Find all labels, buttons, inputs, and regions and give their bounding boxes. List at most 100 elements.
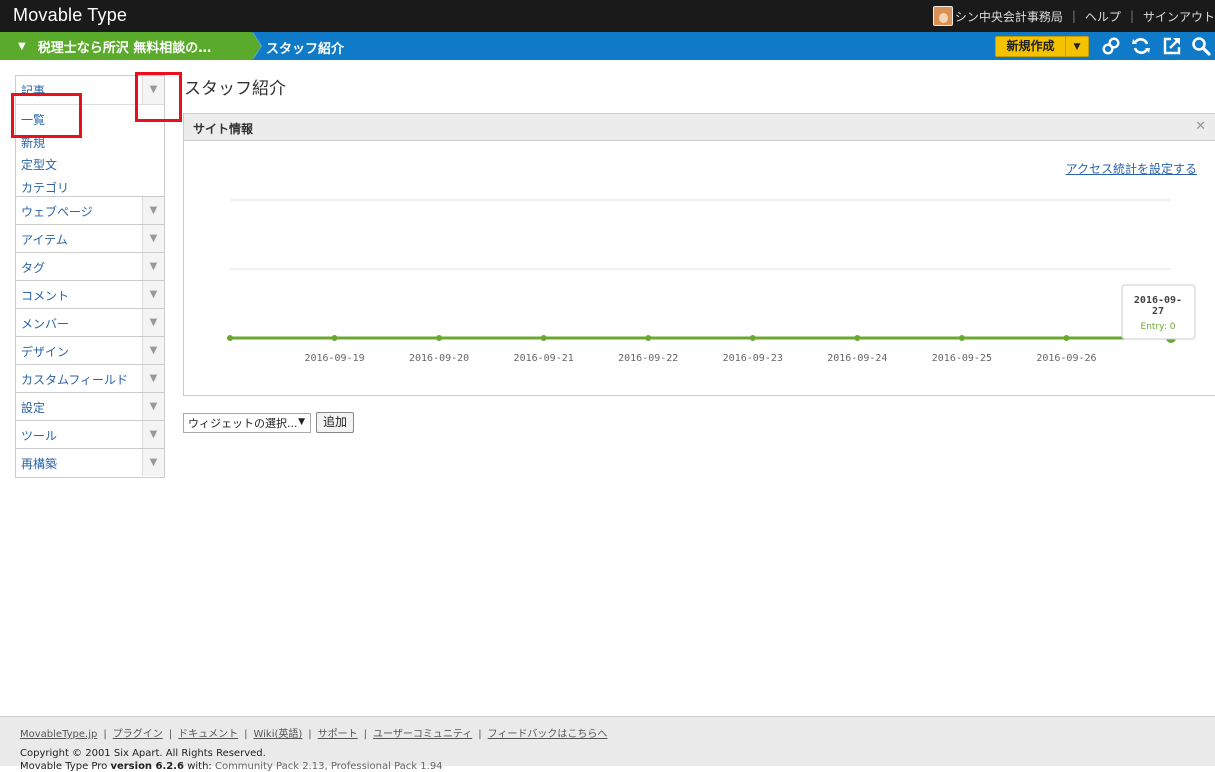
tooltip-date-day: 27 [1152, 306, 1164, 317]
add-widget-button[interactable]: 追加 [316, 412, 355, 433]
site-info-widget: サイト情報 ✕ アクセス統計を設定する 2016-09-19 2016-09-20… [183, 113, 1215, 396]
data-point[interactable] [854, 335, 861, 341]
data-point[interactable] [645, 335, 652, 341]
chevron-down-icon[interactable]: ▼ [142, 309, 164, 336]
sidebar-item-label[interactable]: カスタムフィールド [21, 371, 128, 388]
sidebar-item-tools[interactable]: ツール ▼ [16, 421, 164, 449]
external-view-icon[interactable] [1162, 36, 1182, 56]
triangle-down-icon: ▼ [18, 40, 26, 52]
footer-link-plugins[interactable]: プラグイン [113, 729, 163, 740]
version-number: version 6.2.6 [110, 761, 185, 772]
footer-link-movabletype[interactable]: MovableType.jp [20, 729, 97, 740]
chevron-down-icon[interactable]: ▼ [1066, 42, 1088, 52]
user-avatar-icon[interactable] [932, 6, 953, 26]
version-prefix: Movable Type Pro [20, 761, 111, 772]
user-area: シン中央会計事務局 | ヘルプ | サインアウト [932, 0, 1215, 32]
chevron-down-icon[interactable]: ▼ [142, 197, 164, 224]
x-tick-label: 2016-09-23 [723, 353, 783, 364]
sidebar-item-label[interactable]: 設定 [21, 399, 45, 416]
data-point[interactable] [331, 335, 338, 341]
x-tick-label: 2016-09-26 [1036, 353, 1096, 364]
data-point[interactable] [227, 335, 233, 341]
tooltip-value: Entry: 0 [1141, 322, 1176, 332]
chevron-down-icon[interactable]: ▼ [142, 449, 164, 476]
divider: | [1071, 9, 1076, 23]
refresh-icon[interactable] [1131, 36, 1151, 56]
signout-link[interactable]: サインアウト [1143, 8, 1215, 25]
divider: | [1129, 9, 1134, 23]
new-create-label: 新規作成 [996, 37, 1066, 56]
top-header: Movable Type シン中央会計事務局 | ヘルプ | サインアウト [0, 0, 1215, 32]
footer-link-support[interactable]: サポート [318, 729, 358, 740]
tooltip-date: 2016-09- [1134, 295, 1182, 306]
chevron-down-icon[interactable]: ▼ [142, 281, 164, 308]
chevron-down-icon[interactable]: ▼ [142, 225, 164, 252]
new-create-button[interactable]: 新規作成 ▼ [995, 36, 1089, 57]
sidebar-item-label[interactable]: デザイン [21, 343, 69, 360]
footer: MovableType.jp | プラグイン | ドキュメント | Wiki(英語) | サポー… [0, 716, 1215, 772]
chart-ticks: 2016-09-19 2016-09-20 2016-09-21 2016-09-22… [304, 353, 1096, 364]
x-tick-label: 2016-09-22 [618, 353, 678, 364]
chevron-down-icon[interactable]: ▼ [142, 253, 164, 280]
sidebar-item-label[interactable]: タグ [21, 259, 45, 276]
sidebar-item-label[interactable]: アイテム [21, 231, 68, 248]
page-title: スタッフ紹介 [184, 79, 286, 99]
sidebar-item-comments[interactable]: コメント ▼ [16, 281, 164, 309]
data-point[interactable] [749, 335, 756, 341]
chevron-down-icon[interactable]: ▼ [142, 421, 164, 448]
chevron-down-icon[interactable]: ▼ [142, 337, 164, 364]
divider: | [308, 729, 312, 740]
divider: | [244, 729, 248, 740]
data-point[interactable] [436, 335, 443, 341]
site-navbar: ▼ 税理士なら所沢 無料相談の… スタッフ紹介 新規作成 ▼ [0, 32, 1215, 60]
footer-link-wiki[interactable]: Wiki(英語) [253, 729, 302, 740]
sidebar-item-label[interactable]: コメント [21, 287, 69, 304]
submenu-item-boilerplate[interactable]: 定型文 [16, 154, 164, 177]
help-link[interactable]: ヘルプ [1085, 8, 1121, 25]
x-tick-label: 2016-09-19 [304, 353, 364, 364]
divider: | [478, 729, 482, 740]
version-with: with: [184, 761, 215, 772]
sidebar-item-members[interactable]: メンバー ▼ [16, 309, 164, 337]
sidebar-item-tags[interactable]: タグ ▼ [16, 253, 164, 281]
data-point[interactable] [540, 335, 547, 341]
link-icon[interactable] [1101, 36, 1121, 56]
sidebar-item-custom-fields[interactable]: カスタムフィールド ▼ [16, 365, 164, 393]
chevron-down-icon[interactable]: ▼ [142, 365, 164, 392]
triangle-down-icon: ▼ [298, 416, 305, 427]
submenu-item-category[interactable]: カテゴリ [16, 177, 164, 200]
widget-select-value: ウィジェットの選択... [188, 416, 298, 430]
entry-chart: 2016-09-19 2016-09-20 2016-09-21 2016-09-22… [227, 199, 1196, 364]
user-name-link[interactable]: シン中央会計事務局 [955, 8, 1063, 25]
breadcrumb-arrow-fill [252, 32, 261, 60]
search-icon[interactable] [1191, 36, 1211, 56]
x-tick-label: 2016-09-21 [514, 353, 574, 364]
sidebar-item-settings[interactable]: 設定 ▼ [16, 393, 164, 421]
sidebar-item-label[interactable]: ウェブページ [21, 203, 93, 220]
close-icon[interactable]: ✕ [1195, 119, 1206, 134]
chart-grid [230, 199, 1171, 270]
current-site-name[interactable]: スタッフ紹介 [266, 38, 344, 57]
blog-switcher[interactable]: ▼ 税理士なら所沢 無料相談の… [0, 32, 252, 60]
sidebar-item-label[interactable]: 再構築 [21, 455, 57, 472]
chevron-down-icon[interactable]: ▼ [142, 393, 164, 420]
widget-select[interactable]: ウィジェットの選択... ▼ [183, 412, 311, 433]
footer-link-docs[interactable]: ドキュメント [178, 729, 238, 740]
sidebar-item-label[interactable]: ツール [21, 427, 57, 444]
sidebar-item-design[interactable]: デザイン ▼ [16, 337, 164, 365]
sidebar-item-rebuild[interactable]: 再構築 ▼ [16, 449, 164, 477]
x-tick-label: 2016-09-25 [932, 353, 992, 364]
sidebar-item-label[interactable]: メンバー [21, 315, 69, 332]
footer-link-community[interactable]: ユーザーコミュニティ [373, 729, 472, 740]
footer-link-feedback[interactable]: フィードバックはこちらへ [488, 729, 608, 740]
data-point[interactable] [958, 335, 965, 341]
divider: | [363, 729, 368, 740]
version-packs[interactable]: Community Pack 2.13, Professional Pack 1… [215, 761, 443, 772]
sidebar-item-webpages[interactable]: ウェブページ ▼ [16, 197, 164, 225]
x-tick-label: 2016-09-20 [409, 353, 469, 364]
widget-title: サイト情報 [193, 122, 254, 136]
app-logo[interactable]: Movable Type [13, 5, 127, 26]
sidebar-item-assets[interactable]: アイテム ▼ [16, 225, 164, 253]
widget-header: サイト情報 ✕ [184, 114, 1215, 141]
data-point[interactable] [1063, 335, 1070, 341]
